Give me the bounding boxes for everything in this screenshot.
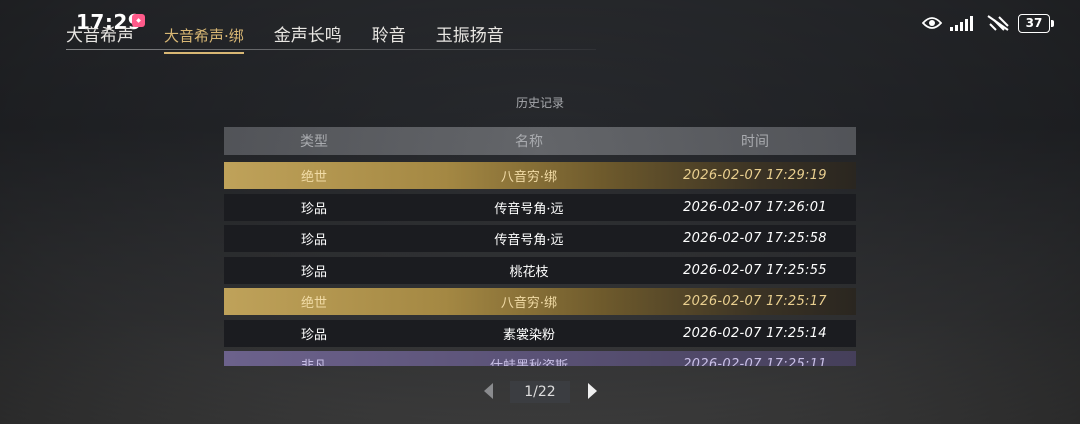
row-time: 2026-02-07 17:26:01 xyxy=(683,199,827,215)
row-time: 2026-02-07 17:25:14 xyxy=(683,325,827,341)
row-type: 珍品 xyxy=(300,201,327,217)
row-name: 传音号角·远 xyxy=(494,233,564,248)
row-name: 八音穷·绑 xyxy=(500,296,558,311)
header-type: 类型 xyxy=(300,134,328,150)
battery-icon: 37 xyxy=(1018,13,1054,33)
tab-bar: 大音希声 大音希声·绑 金声长鸣 聆音 玉振扬音 xyxy=(66,22,534,54)
row-type: 珍品 xyxy=(300,233,327,248)
row-time: 2026-02-07 17:25:17 xyxy=(683,294,827,309)
page-indicator: 1/22 xyxy=(510,381,570,403)
row-name: 仕蛙墨秋姿斯 xyxy=(404,355,654,366)
row-time: 2026-02-07 17:25:11 xyxy=(683,357,827,366)
row-type: 绝世 xyxy=(300,170,327,185)
table-row: 珍品 桃花枝 2026-02-07 17:25:55 xyxy=(224,256,856,284)
tab-divider xyxy=(66,49,596,50)
tab-lingyin[interactable]: 聆音 xyxy=(372,22,406,50)
row-time: 2026-02-07 17:25:55 xyxy=(683,262,827,278)
row-type: 绝世 xyxy=(300,296,327,311)
table-header: 类型 名称 时间 xyxy=(224,127,856,155)
row-type: 非凡 xyxy=(224,355,404,366)
row-name: 传音号角·远 xyxy=(494,201,564,217)
row-name: 八音穷·绑 xyxy=(500,170,558,185)
next-page-icon[interactable] xyxy=(588,383,597,399)
row-name: 桃花枝 xyxy=(509,264,549,280)
row-time: 2026-02-07 17:29:19 xyxy=(683,168,827,183)
tab-dayinxisheng-bound[interactable]: 大音希声·绑 xyxy=(164,22,244,54)
tab-yuzhenyangyin[interactable]: 玉振扬音 xyxy=(436,22,504,50)
history-list[interactable]: 绝世 八音穷·绑 2026-02-07 17:29:19 珍品 传音号角·远 2… xyxy=(224,162,856,366)
tab-jinshengchangming[interactable]: 金声长鸣 xyxy=(274,22,342,50)
tab-dayinxisheng[interactable]: 大音希声 xyxy=(66,22,134,50)
header-name: 名称 xyxy=(515,134,543,150)
wifi-icon xyxy=(986,14,1010,32)
table-row: 绝世 八音穷·绑 2026-02-07 17:25:17 xyxy=(224,288,856,315)
table-row: 珍品 传音号角·远 2026-02-07 17:26:01 xyxy=(224,193,856,221)
row-type: 珍品 xyxy=(300,327,327,343)
status-icons: 37 xyxy=(914,12,1054,34)
history-title: 历史记录 xyxy=(515,96,564,110)
signal-icon xyxy=(950,15,978,31)
eye-icon xyxy=(922,16,942,30)
table-row: 珍品 传音号角·远 2026-02-07 17:25:58 xyxy=(224,225,856,252)
header-time: 时间 xyxy=(741,134,769,150)
prev-page-icon[interactable] xyxy=(484,383,493,399)
row-name: 素裳染粉 xyxy=(502,327,555,343)
row-time: 2026-02-07 17:25:58 xyxy=(683,231,827,246)
table-row: 珍品 素裳染粉 2026-02-07 17:25:14 xyxy=(224,319,856,347)
table-row: 非凡 仕蛙墨秋姿斯 2026-02-07 17:25:11 xyxy=(224,351,856,366)
row-type: 珍品 xyxy=(300,264,327,280)
table-row: 绝世 八音穷·绑 2026-02-07 17:29:19 xyxy=(224,162,856,189)
